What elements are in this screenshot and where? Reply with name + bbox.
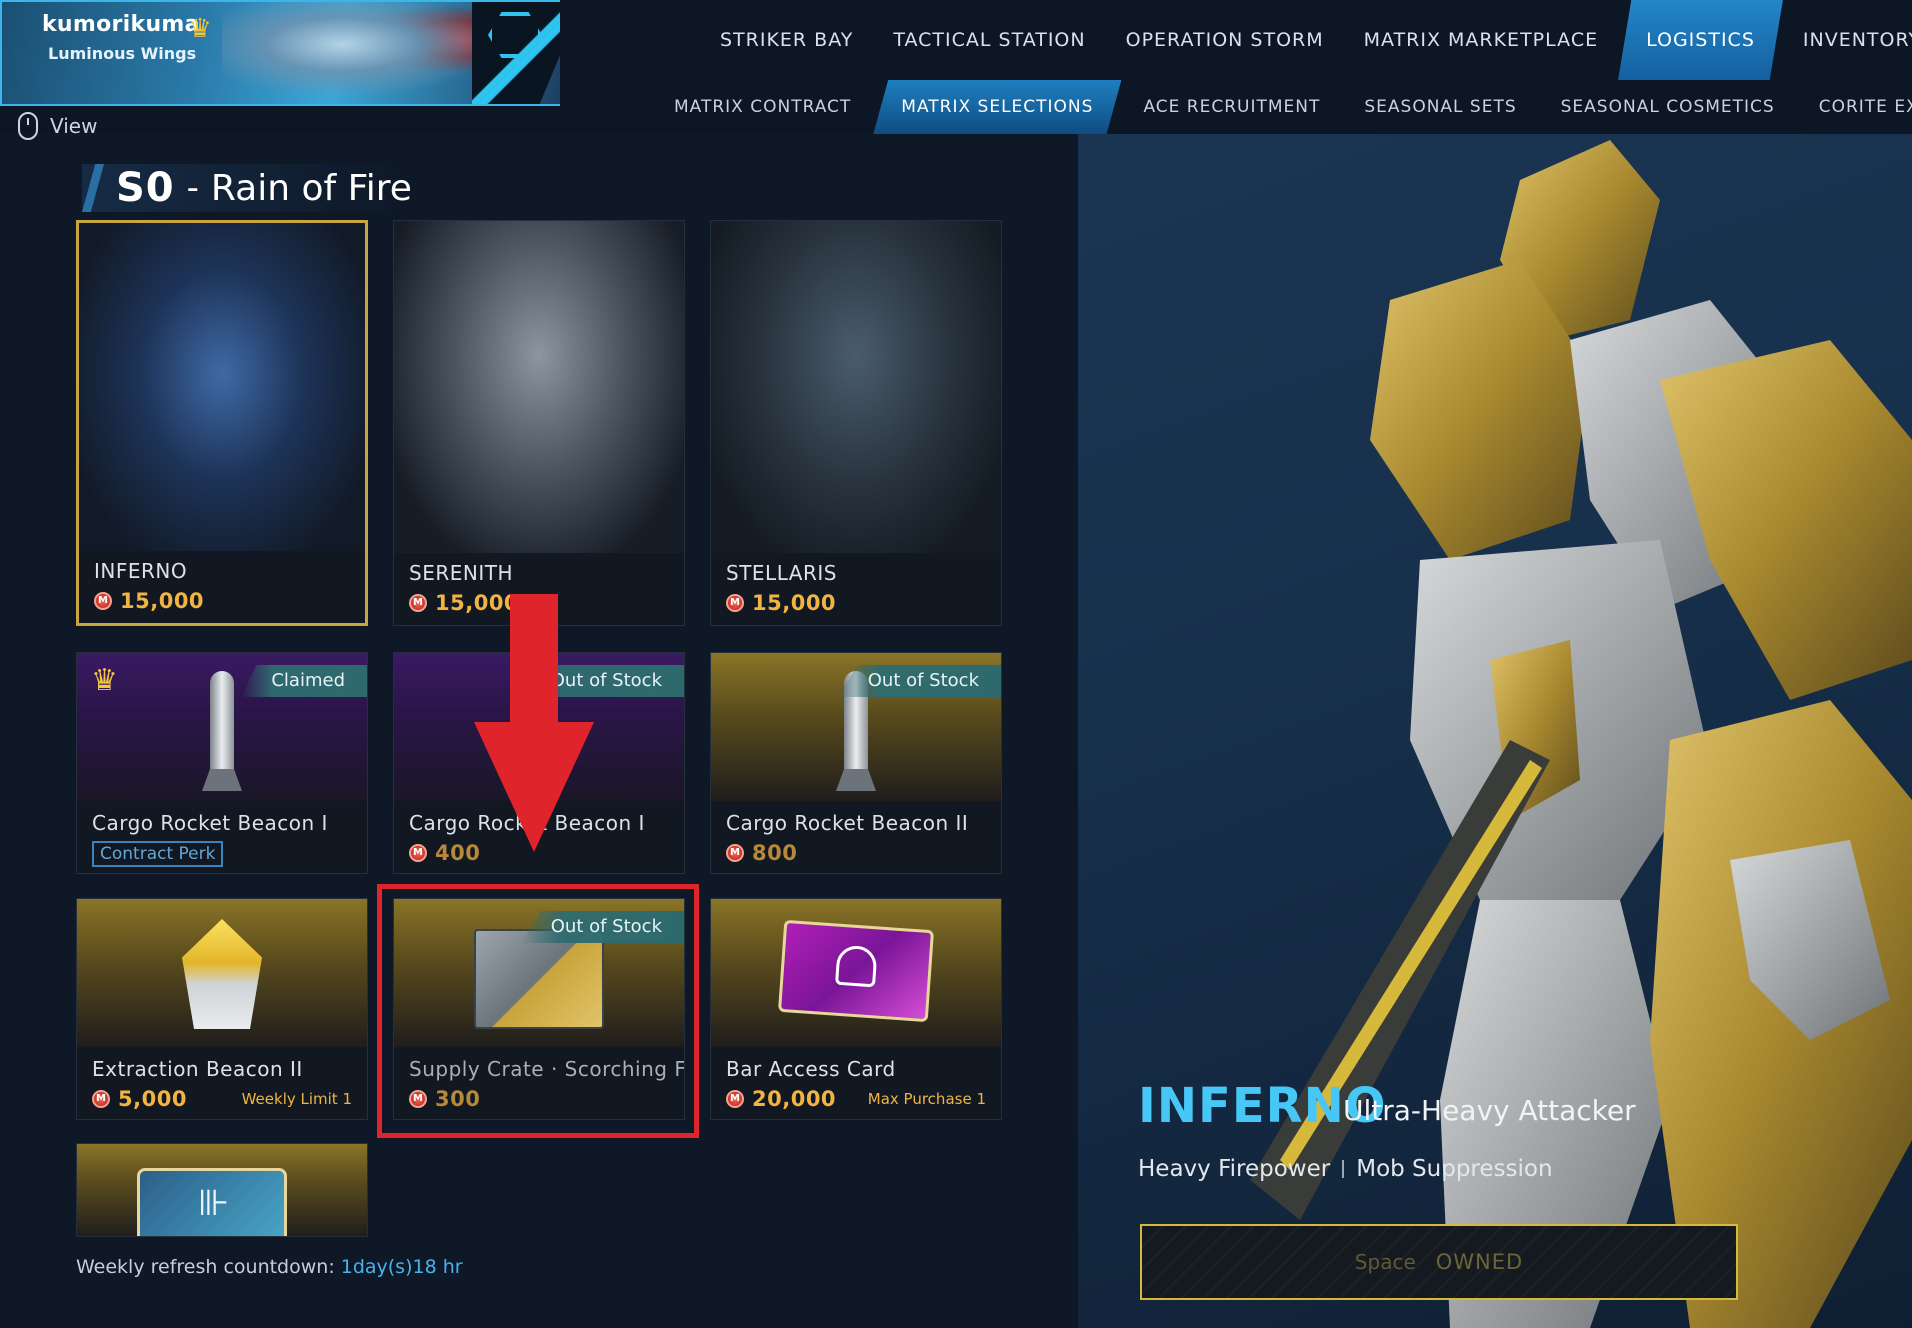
refresh-time: 1day(s)18 hr [340,1256,463,1278]
annotation-arrow [474,594,594,852]
sub-nav: MATRIX CONTRACT MATRIX SELECTIONS ACE RE… [652,80,1912,134]
purchase-limit: Max Purchase 1 [867,1090,986,1108]
player-title: Luminous Wings [48,44,197,63]
player-name: kumorikuma [42,12,200,37]
status-badge: Claimed [241,665,367,697]
trait-label: Mob Suppression [1356,1156,1553,1182]
nav-matrix-marketplace[interactable]: MATRIX MARKETPLACE [1344,0,1618,80]
currency-icon: M [409,844,427,862]
mech-card-serenith[interactable]: SERENITH M 15,000 [393,220,685,626]
item-price: 5,000 [118,1087,187,1111]
mech-art [711,221,1001,557]
view-toggle[interactable]: View [18,112,97,140]
ownership-status: OWNED [1435,1250,1524,1274]
item-card-extraction-beacon-ii[interactable]: Extraction Beacon II M 5,000 Weekly Limit … [76,898,368,1120]
mouse-icon [18,112,38,140]
mech-name: INFERNO [94,559,188,583]
tab-matrix-contract[interactable]: MATRIX CONTRACT [652,80,873,134]
season-name: Rain of Fire [210,167,412,209]
currency-icon: M [94,592,112,610]
season-heading: S0 - Rain of Fire [82,164,412,212]
refresh-label: Weekly refresh countdown: [76,1256,335,1278]
season-code: S0 [116,165,175,211]
nav-striker-bay[interactable]: STRIKER BAY [700,0,873,80]
mech-card-stellaris[interactable]: STELLARIS M 15,000 [710,220,1002,626]
detail-mech-class: Ultra-Heavy Attacker [1343,1094,1636,1127]
season-separator: - [186,168,199,208]
currency-icon: M [409,594,427,612]
hero-mech-render [1250,140,1912,1328]
currency-icon: M [726,844,744,862]
rank-emblem-icon: ♛ [188,14,212,44]
mech-name: SERENITH [409,561,513,585]
item-name: Extraction Beacon II [92,1057,303,1081]
tab-seasonal-cosmetics[interactable]: SEASONAL COSMETICS [1539,80,1797,134]
pass-card-icon: ⊪ [137,1168,287,1236]
currency-icon: M [726,1090,744,1108]
annotation-highlight-box [377,884,699,1138]
currency-icon: M [92,1090,110,1108]
item-card-cargo-rocket-beacon-claimed[interactable]: ♛ Claimed Cargo Rocket Beacon I Contract… [76,652,368,874]
nav-operation-storm[interactable]: OPERATION STORM [1106,0,1344,80]
mech-card-inferno[interactable]: INFERNO M 15,000 [76,220,368,626]
contract-emblem-icon: ♛ [91,663,118,698]
rocket-beacon-icon [210,671,234,791]
tab-matrix-selections[interactable]: MATRIX SELECTIONS [873,80,1122,134]
item-card-partial[interactable]: ⊪ [76,1143,368,1237]
tab-ace-recruitment[interactable]: ACE RECRUITMENT [1121,80,1342,134]
status-badge: Out of Stock [837,665,1001,697]
currency-icon: M [726,594,744,612]
nav-logistics[interactable]: LOGISTICS [1618,0,1783,80]
nav-inventory[interactable]: INVENTORY [1783,0,1912,80]
bar-access-card-icon [777,919,935,1023]
owned-status-button[interactable]: Space OWNED [1140,1224,1738,1300]
contract-perk-tag: Contract Perk [92,841,224,867]
mech-price: 15,000 [752,591,837,615]
item-price: 800 [752,841,798,865]
view-label: View [50,114,98,138]
main-nav: STRIKER BAY TACTICAL STATION OPERATION S… [700,0,1912,80]
item-name: Bar Access Card [726,1057,896,1081]
trait-label: Heavy Firepower [1138,1156,1331,1182]
nav-tactical-station[interactable]: TACTICAL STATION [873,0,1105,80]
mech-price: 15,000 [120,589,205,613]
item-card-bar-access-card[interactable]: Bar Access Card M 20,000 Max Purchase 1 [710,898,1002,1120]
weekly-refresh-countdown: Weekly refresh countdown: 1day(s)18 hr [76,1256,463,1278]
tab-seasonal-sets[interactable]: SEASONAL SETS [1342,80,1538,134]
item-price: 20,000 [752,1087,837,1111]
faction-emblem [472,2,560,104]
key-hint: Space [1354,1250,1416,1274]
item-card-cargo-rocket-beacon-ii[interactable]: Out of Stock Cargo Rocket Beacon II M 800 [710,652,1002,874]
item-name: Cargo Rocket Beacon I [92,811,328,835]
tab-corite-exchange[interactable]: CORITE EXCHANGE [1797,80,1912,134]
mech-name: STELLARIS [726,561,837,585]
detail-traits: Heavy Firepower Mob Suppression [1138,1156,1553,1182]
mech-art [394,221,684,557]
extraction-beacon-icon [182,919,262,1029]
item-name: Cargo Rocket Beacon II [726,811,969,835]
player-profile-banner[interactable]: kumorikuma ♛ Luminous Wings [0,0,560,106]
mech-art [79,223,365,559]
purchase-limit: Weekly Limit 1 [241,1090,352,1108]
